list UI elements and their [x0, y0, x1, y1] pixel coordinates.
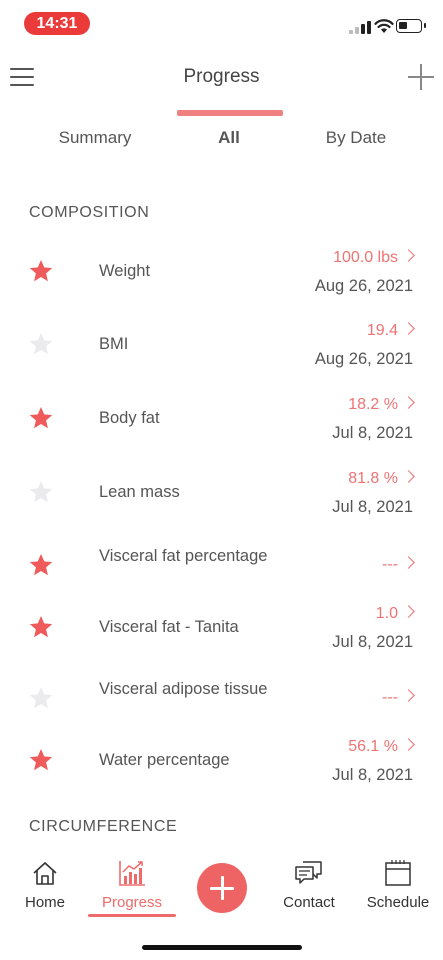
metric-date: Jul 8, 2021 — [332, 633, 413, 651]
metric-value-text: --- — [382, 556, 398, 573]
star-icon[interactable] — [28, 405, 54, 431]
metric-label: Weight — [99, 262, 151, 280]
section-heading-circumference: CIRCUMFERENCE — [29, 818, 178, 835]
star-icon[interactable] — [28, 614, 54, 640]
tab-all[interactable]: All — [200, 128, 258, 148]
metric-value: --- — [382, 556, 415, 574]
status-bar: 14:31 — [0, 0, 443, 46]
metric-date: Jul 8, 2021 — [332, 498, 413, 516]
nav-home[interactable]: Home — [0, 850, 90, 911]
metric-row[interactable]: Visceral fat - Tanita 1.0 Jul 8, 2021 — [0, 592, 443, 662]
add-icon[interactable] — [408, 64, 434, 90]
chevron-right-icon — [402, 396, 415, 409]
nav-schedule[interactable]: Schedule — [353, 850, 443, 911]
chevron-right-icon — [402, 556, 415, 569]
metric-label: Water percentage — [99, 751, 230, 769]
metric-value: 100.0 lbs — [333, 249, 415, 267]
metric-row[interactable]: Lean mass 81.8 % Jul 8, 2021 — [0, 457, 443, 527]
title-underline — [177, 110, 283, 116]
metric-value-text: 100.0 lbs — [333, 249, 398, 266]
chevron-right-icon — [402, 605, 415, 618]
metric-value: --- — [382, 689, 415, 707]
star-icon[interactable] — [28, 258, 54, 284]
nav-home-label: Home — [24, 894, 65, 911]
metric-value-text: 56.1 % — [348, 738, 398, 755]
status-time: 14:31 — [24, 12, 90, 35]
home-icon — [0, 858, 90, 888]
nav-progress[interactable]: Progress — [87, 850, 177, 911]
nav-contact[interactable]: Contact — [264, 850, 354, 911]
chart-icon — [87, 858, 177, 888]
wifi-icon — [374, 19, 394, 33]
metric-label: BMI — [99, 335, 129, 353]
chat-icon — [264, 858, 354, 888]
chevron-right-icon — [402, 689, 415, 702]
chevron-right-icon — [402, 738, 415, 751]
page-title: Progress — [183, 66, 260, 87]
metric-row[interactable]: BMI 19.4 Aug 26, 2021 — [0, 309, 443, 379]
metric-value-text: 1.0 — [375, 605, 398, 622]
battery-icon — [396, 19, 426, 33]
metric-value-text: 19.4 — [366, 322, 398, 339]
metric-label: Lean mass — [99, 483, 180, 501]
nav-active-indicator — [88, 914, 176, 917]
star-icon[interactable] — [28, 685, 54, 711]
metric-value: 81.8 % — [348, 470, 415, 488]
star-icon[interactable] — [28, 552, 54, 578]
nav-schedule-label: Schedule — [366, 894, 430, 911]
nav-progress-label: Progress — [101, 894, 163, 911]
metric-row[interactable]: Weight 100.0 lbs Aug 26, 2021 — [0, 236, 443, 306]
metric-value: 19.4 — [366, 322, 415, 340]
metric-value-text: --- — [382, 689, 398, 706]
metric-row[interactable]: Water percentage 56.1 % Jul 8, 2021 — [0, 725, 443, 795]
metric-label: Visceral fat - Tanita — [99, 618, 239, 636]
chevron-right-icon — [402, 322, 415, 335]
star-icon[interactable] — [28, 747, 54, 773]
calendar-icon — [353, 858, 443, 888]
metric-value: 1.0 — [375, 605, 415, 623]
star-icon[interactable] — [28, 479, 54, 505]
metric-date: Aug 26, 2021 — [314, 277, 413, 295]
metric-value-text: 18.2 % — [348, 396, 398, 413]
app-header: Progress — [0, 50, 443, 120]
home-indicator — [142, 945, 302, 950]
chevron-right-icon — [402, 470, 415, 483]
metric-label: Visceral adipose tissue — [99, 680, 268, 698]
tab-summary[interactable]: Summary — [43, 128, 147, 148]
metric-value: 18.2 % — [348, 396, 415, 414]
metric-label: Body fat — [99, 409, 160, 427]
view-tabs: Summary All By Date — [0, 128, 443, 158]
chevron-right-icon — [402, 249, 415, 262]
metric-row[interactable]: Body fat 18.2 % Jul 8, 2021 — [0, 383, 443, 453]
signal-icon — [349, 20, 371, 34]
section-heading-composition: COMPOSITION — [29, 204, 150, 221]
tab-by-date[interactable]: By Date — [310, 128, 402, 148]
metric-value-text: 81.8 % — [348, 470, 398, 487]
metric-date: Aug 26, 2021 — [314, 350, 413, 368]
add-entry-button[interactable] — [197, 863, 247, 913]
metric-value: 56.1 % — [348, 738, 415, 756]
metric-date: Jul 8, 2021 — [332, 766, 413, 784]
metric-label: Visceral fat percentage — [99, 547, 268, 565]
star-icon[interactable] — [28, 331, 54, 357]
metric-date: Jul 8, 2021 — [332, 424, 413, 442]
nav-contact-label: Contact — [283, 894, 335, 911]
bottom-nav: Home Progress Contact Schedule — [0, 850, 443, 930]
